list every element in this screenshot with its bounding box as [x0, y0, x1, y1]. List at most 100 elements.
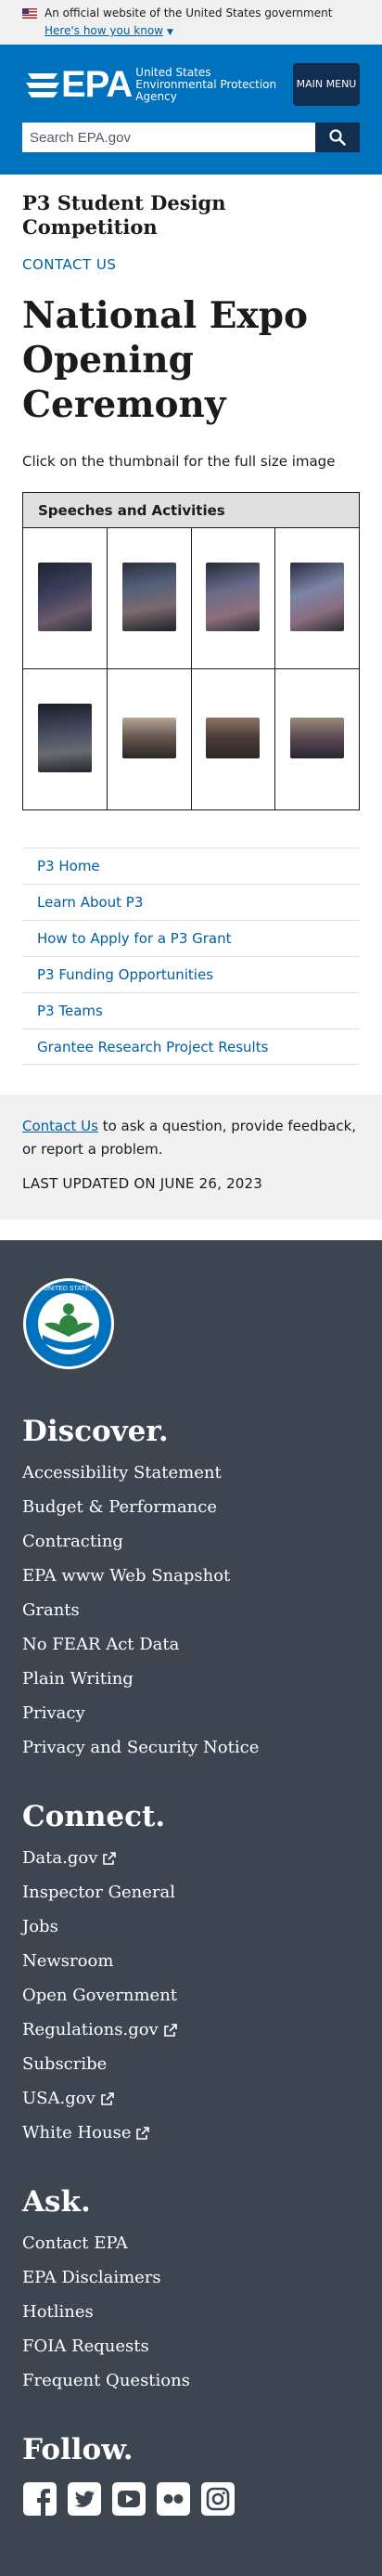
search-button[interactable]	[315, 123, 360, 152]
gallery-cell	[190, 668, 276, 810]
footer-link[interactable]: Budget & Performance	[22, 1497, 217, 1517]
chevron-down-icon: ▼	[166, 28, 173, 37]
search-input[interactable]	[22, 123, 315, 152]
footer-heading-follow: Follow.	[22, 2433, 134, 2466]
footer-item: Hotlines	[22, 2295, 360, 2329]
contact-us-link[interactable]: CONTACT US	[22, 256, 360, 273]
side-nav-link-p3-teams[interactable]: P3 Teams	[37, 1003, 103, 1019]
footer-link[interactable]: Privacy and Security Notice	[22, 1738, 259, 1757]
photo-thumbnail[interactable]	[290, 562, 345, 631]
agency-name: United States Environmental Protection A…	[135, 65, 277, 103]
footer-link[interactable]: Jobs	[22, 1917, 58, 1936]
footer-link[interactable]: No FEAR Act Data	[22, 1635, 179, 1654]
gallery-cell	[22, 527, 108, 669]
footer-link[interactable]: Inspector General	[22, 1883, 175, 1902]
footer-connect: Connect. Data.gov Inspector General Jobs…	[22, 1798, 360, 2150]
side-nav: P3 Home Learn About P3 How to Apply for …	[22, 848, 360, 1065]
footer-item: Jobs	[22, 1909, 360, 1944]
instagram-link[interactable]	[200, 2481, 236, 2520]
feedback-section: Contact Us to ask a question, provide fe…	[0, 1094, 382, 1220]
search-form	[22, 123, 360, 152]
flickr-link[interactable]	[156, 2481, 191, 2520]
footer-link[interactable]: Subscribe	[22, 2054, 107, 2074]
footer-item: USA.gov	[22, 2081, 360, 2116]
side-nav-item: Grantee Research Project Results	[22, 1029, 360, 1065]
footer-link[interactable]: EPA www Web Snapshot	[22, 1566, 230, 1586]
footer-link[interactable]: USA.gov	[22, 2089, 114, 2108]
feedback-contact-link[interactable]: Contact Us	[22, 1118, 98, 1134]
footer-link-label: USA.gov	[22, 2089, 96, 2108]
footer-link[interactable]: Data.gov	[22, 1848, 117, 1868]
side-nav-link-funding[interactable]: P3 Funding Opportunities	[37, 966, 213, 983]
gallery-cell	[190, 527, 276, 669]
photo-thumbnail[interactable]	[121, 562, 176, 631]
footer-link-label: White House	[22, 2123, 132, 2142]
side-nav-item: How to Apply for a P3 Grant	[22, 920, 360, 956]
main-menu-button[interactable]: MAIN MENU	[293, 63, 360, 106]
footer-link[interactable]: EPA Disclaimers	[22, 2268, 161, 2287]
side-nav-link-p3-home[interactable]: P3 Home	[37, 858, 100, 874]
footer-item: Inspector General	[22, 1875, 360, 1909]
footer-link[interactable]: Privacy	[22, 1703, 85, 1723]
photo-gallery-table: Speeches and Activities	[22, 492, 360, 810]
footer-link[interactable]: Contracting	[22, 1532, 123, 1551]
photo-thumbnail[interactable]	[206, 562, 261, 631]
photo-thumbnail[interactable]	[121, 717, 176, 758]
footer-link[interactable]: Accessibility Statement	[22, 1463, 222, 1482]
footer-link[interactable]: Regulations.gov	[22, 2020, 177, 2039]
twitter-link[interactable]	[67, 2481, 102, 2520]
footer-item: Frequent Questions	[22, 2363, 360, 2398]
footer-item: EPA Disclaimers	[22, 2260, 360, 2295]
photo-thumbnail[interactable]	[206, 717, 261, 758]
footer-list-connect: Data.gov Inspector General Jobs Newsroom…	[22, 1841, 360, 2150]
footer-ask: Ask. Contact EPA EPA Disclaimers Hotline…	[22, 2183, 360, 2398]
footer-link[interactable]: Newsroom	[22, 1951, 113, 1971]
gov-banner-text: An official website of the United States…	[45, 6, 333, 19]
section-title: P3 Student Design Competition	[22, 191, 226, 239]
side-nav-item: P3 Home	[22, 848, 360, 884]
us-flag-icon	[22, 7, 37, 19]
footer-link[interactable]: Contact EPA	[22, 2233, 128, 2253]
footer-item: EPA www Web Snapshot	[22, 1559, 360, 1593]
footer-item: Plain Writing	[22, 1662, 360, 1696]
gallery-cell	[22, 668, 108, 810]
side-nav-link-how-to-apply[interactable]: How to Apply for a P3 Grant	[37, 930, 232, 947]
footer-link[interactable]: FOIA Requests	[22, 2337, 149, 2356]
facebook-link[interactable]	[22, 2481, 57, 2520]
youtube-link[interactable]	[111, 2481, 146, 2520]
twitter-icon	[68, 2482, 101, 2516]
footer-link[interactable]: Plain Writing	[22, 1669, 134, 1689]
footer-list-discover: Accessibility Statement Budget & Perform…	[22, 1456, 360, 1765]
footer-link[interactable]: Frequent Questions	[22, 2371, 190, 2390]
footer-link[interactable]: White House	[22, 2123, 150, 2142]
footer-link-label: Data.gov	[22, 1848, 98, 1868]
facebook-icon	[23, 2482, 57, 2516]
heres-how-you-know-link[interactable]: Here's how you know ▼	[45, 24, 173, 37]
footer-heading-connect: Connect.	[22, 1800, 166, 1833]
side-nav-link-learn-about-p3[interactable]: Learn About P3	[37, 894, 143, 911]
flickr-icon	[157, 2482, 190, 2516]
page-title: National Expo Opening Ceremony	[22, 294, 309, 426]
footer-follow: Follow.	[22, 2431, 360, 2520]
external-link-icon	[100, 2092, 114, 2105]
gallery-cell	[106, 527, 192, 669]
epa-logo[interactable]: EPA United States Environmental Protecti…	[22, 66, 284, 103]
heres-how-you-know-label: Here's how you know	[45, 24, 163, 37]
photo-thumbnail[interactable]	[37, 562, 92, 631]
youtube-icon	[112, 2482, 146, 2516]
instagram-icon	[201, 2482, 235, 2516]
logo-epa-text: EPA	[61, 64, 133, 105]
footer-item: Open Government	[22, 1978, 360, 2013]
footer-link[interactable]: Open Government	[22, 1986, 177, 2005]
search-icon	[329, 129, 346, 146]
side-nav-link-grantee-results[interactable]: Grantee Research Project Results	[37, 1039, 268, 1055]
footer-heading-discover: Discover.	[22, 1415, 169, 1448]
footer-item: Budget & Performance	[22, 1490, 360, 1524]
photo-thumbnail[interactable]	[290, 717, 345, 758]
external-link-icon	[163, 2024, 177, 2037]
epa-seal-icon: UNITED STATES	[23, 1278, 114, 1369]
footer-item: Contact EPA	[22, 2226, 360, 2260]
footer-link[interactable]: Grants	[22, 1600, 80, 1620]
footer-link[interactable]: Hotlines	[22, 2302, 94, 2322]
photo-thumbnail[interactable]	[37, 703, 92, 772]
